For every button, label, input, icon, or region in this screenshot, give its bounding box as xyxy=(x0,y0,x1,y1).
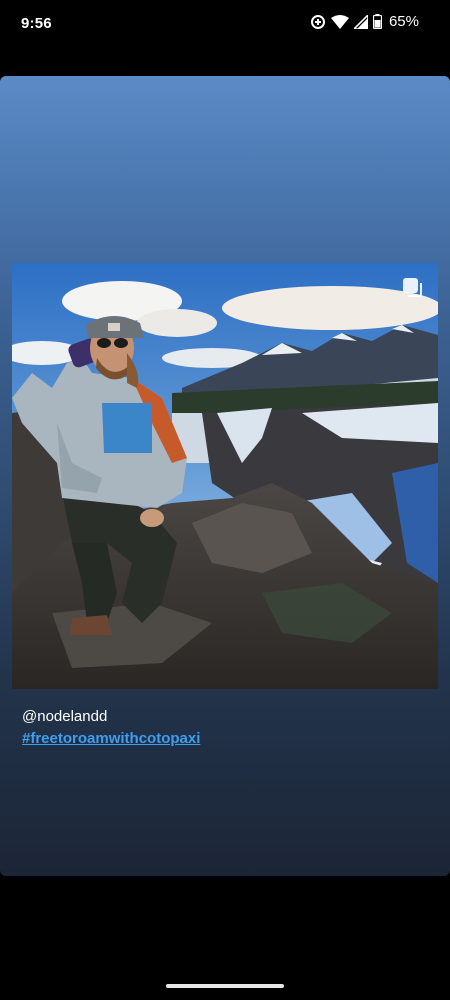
status-time: 9:56 xyxy=(21,15,52,32)
wifi-icon xyxy=(330,14,349,29)
hashtag-link[interactable]: #freetoroamwithcotopaxi xyxy=(22,730,200,747)
multiple-images-icon xyxy=(402,277,424,299)
data-saver-icon xyxy=(310,14,326,30)
battery-icon xyxy=(372,14,382,29)
post-caption: @nodelandd #freetoroamwithcotopaxi xyxy=(22,708,200,747)
home-indicator[interactable] xyxy=(166,984,284,988)
status-bar: 9:56 65% xyxy=(0,0,450,48)
status-icons: 65% xyxy=(310,13,419,30)
post-photo-image xyxy=(12,263,438,689)
cell-signal-icon xyxy=(353,14,368,29)
username-link[interactable]: @nodelandd xyxy=(22,708,200,725)
story-card[interactable]: @nodelandd #freetoroamwithcotopaxi xyxy=(0,76,450,876)
post-photo[interactable] xyxy=(12,263,438,689)
battery-percent: 65% xyxy=(388,13,419,30)
